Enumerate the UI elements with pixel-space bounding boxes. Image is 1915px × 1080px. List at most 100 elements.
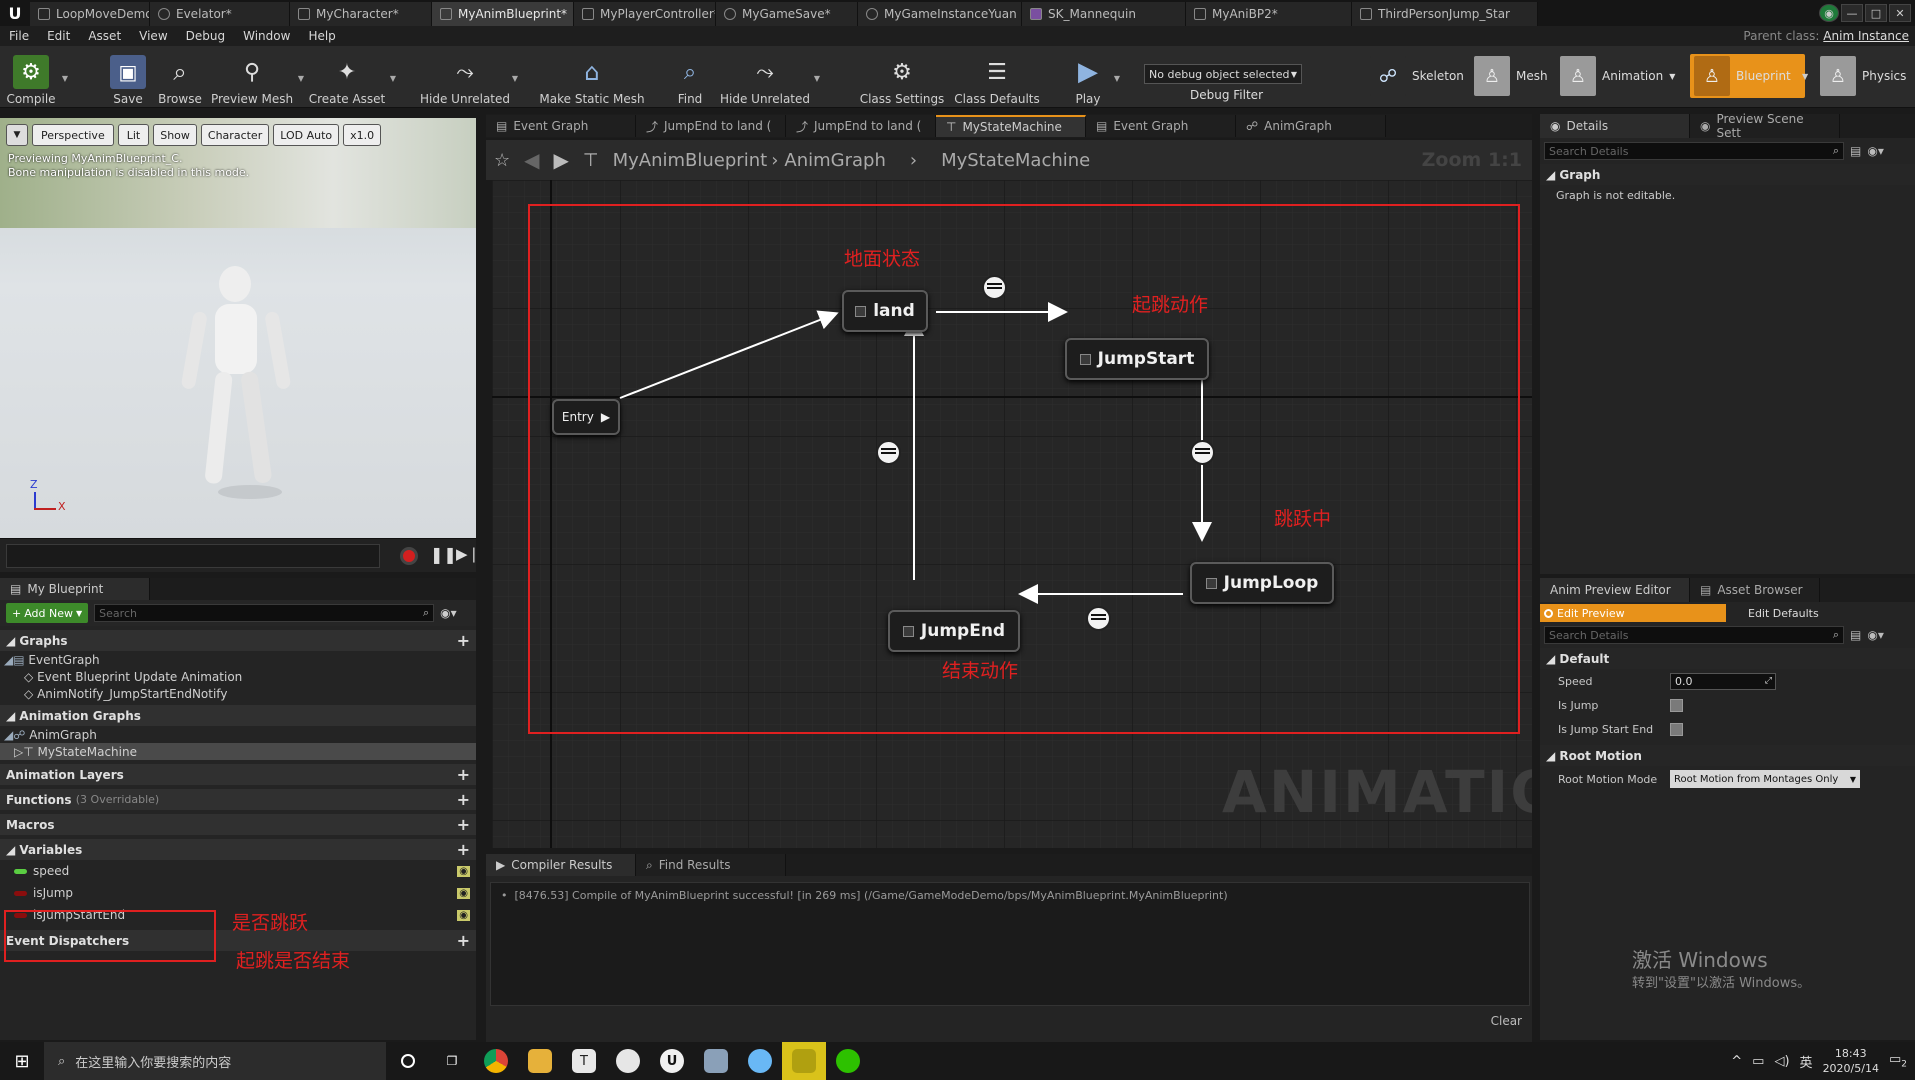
play-speed-button[interactable]: x1.0 [343,124,382,146]
add-layer-button[interactable]: + [457,765,470,784]
eye-icon[interactable]: ◉ [457,887,470,899]
back-arrow-icon[interactable]: ◀ [524,148,539,172]
hide-unrelated-dropdown[interactable]: ▼ [512,74,518,83]
tree-anim-notify[interactable]: ◇ AnimNotify_JumpStartEndNotify [0,685,476,702]
taskbar-search-input[interactable]: ⌕ 在这里输入你要搜索的内容 [44,1042,386,1080]
anim-preview-search-input[interactable]: Search Details ⌕ [1544,626,1844,644]
entry-node[interactable]: Entry ▶ [552,399,620,435]
mode-physics[interactable]: ♙ Physics [1816,54,1910,98]
add-function-button[interactable]: + [457,790,470,809]
speed-input[interactable]: 0.0 ⤢ [1670,672,1776,690]
menu-debug[interactable]: Debug [177,29,234,43]
doc-tab-8[interactable]: MyAniBP2* [1186,2,1352,26]
graph-tab-event-graph[interactable]: ▤ Event Graph [486,115,636,137]
anim-preview-editor-tab[interactable]: Anim Preview Editor [1540,578,1690,602]
yellow-app-icon[interactable] [782,1042,826,1080]
task-view-icon[interactable]: ❐ [430,1042,474,1080]
favorite-star-icon[interactable]: ☆ [494,150,510,171]
class-settings-button[interactable]: ⚙ Class Settings [860,50,945,107]
animation-graphs-section[interactable]: ◢ Animation Graphs [0,705,476,726]
play-options-dropdown[interactable]: ▼ [1114,74,1120,83]
add-macro-button[interactable]: + [457,815,470,834]
wechat-icon[interactable] [826,1042,870,1080]
menu-view[interactable]: View [130,29,176,43]
volume-icon[interactable]: ◁) [1774,1054,1789,1069]
tree-event-graph[interactable]: ◢▤ EventGraph [0,651,476,668]
windows-start-icon[interactable]: ⊞ [0,1042,44,1080]
breadcrumb-state-machine[interactable]: MyStateMachine [941,150,1090,171]
doc-tab-1[interactable]: Evelator* [150,2,290,26]
transition-rule-jumploop-to-jumpend[interactable] [1086,606,1111,631]
tree-anim-graph[interactable]: ◢☍ AnimGraph [0,726,476,743]
macros-section[interactable]: Macros + [0,814,476,835]
qq-icon[interactable] [738,1042,782,1080]
hide-unrelated-button[interactable]: ⤳ Hide Unrelated ▼ [420,50,518,107]
source-control-icon[interactable]: ◉ [1819,4,1839,22]
create-asset-dropdown[interactable]: ▼ [390,74,396,83]
steam-icon[interactable] [606,1042,650,1080]
asset-browser-tab[interactable]: ▤ Asset Browser [1690,578,1820,602]
root-motion-section[interactable]: ◢ Root Motion [1540,745,1915,766]
chevron-up-icon[interactable]: ^ [1731,1054,1742,1069]
doc-tab-2[interactable]: MyCharacter* [290,2,432,26]
close-button[interactable]: ✕ [1889,4,1911,22]
menu-edit[interactable]: Edit [38,29,79,43]
mode-mesh[interactable]: ♙ Mesh [1470,54,1552,98]
chrome-icon[interactable] [474,1042,518,1080]
typora-icon[interactable]: T [562,1042,606,1080]
graph-tab-anim-graph[interactable]: ☍ AnimGraph [1236,115,1386,137]
view-options-icon[interactable]: ◉▾ [1867,628,1884,642]
record-button[interactable] [400,547,418,565]
add-new-button[interactable]: + Add New ▼ [6,603,89,623]
edit-defaults-button[interactable]: Edit Defaults [1726,604,1819,622]
edit-preview-button[interactable]: Edit Preview [1540,604,1726,622]
doc-tab-7[interactable]: SK_Mannequin [1022,2,1186,26]
find-button[interactable]: ⌕ Find [670,50,710,107]
clock[interactable]: 18:43 2020/5/14 [1823,1046,1879,1076]
doc-tab-6[interactable]: MyGameInstanceYuan [858,2,1022,26]
my-blueprint-tab[interactable]: ▤ My Blueprint [0,578,150,600]
preview-scene-settings-tab[interactable]: ◉ Preview Scene Sett [1690,112,1840,140]
default-section[interactable]: ◢ Default [1540,648,1915,669]
preview-viewport[interactable]: ▼ Perspective Lit Show Character LOD Aut… [0,118,476,538]
forward-arrow-icon[interactable]: ▶ [554,148,569,172]
preview-mesh-dropdown[interactable]: ▼ [298,74,304,83]
graph-tab-transition-2[interactable]: ⤴ JumpEnd to land ( [786,115,936,137]
graph-tab-state-machine[interactable]: ⊤ MyStateMachine [936,115,1086,137]
make-static-mesh-button[interactable]: ⌂ Make Static Mesh [539,50,644,106]
doc-tab-3[interactable]: MyAnimBlueprint* [432,2,574,26]
hide-unrelated-dropdown-2[interactable]: ▼ [814,74,820,83]
timeline-scrubber[interactable] [6,544,380,568]
breadcrumb-anim-graph[interactable]: AnimGraph [784,150,885,171]
eye-icon[interactable]: ◉ [457,865,470,877]
eye-icon[interactable]: ◉ [457,909,470,921]
menu-file[interactable]: File [0,29,38,43]
root-motion-mode-select[interactable]: Root Motion from Montages Only ▼ [1670,770,1860,788]
step-forward-button[interactable]: ▶❘ [456,545,480,563]
preview-mesh-button[interactable]: ⚲ Preview Mesh ▼ [211,50,304,107]
hide-unrelated-button-2[interactable]: ⤳ Hide Unrelated ▼ [720,50,820,107]
variable-isjump[interactable]: isJump ◉ [0,882,476,904]
debug-object-select[interactable]: No debug object selected ▼ [1144,64,1302,84]
doc-tab-5[interactable]: MyGameSave* [716,2,858,26]
doc-tab-0[interactable]: LoopMoveDemoMap [30,2,150,26]
view-options-icon[interactable]: ◉▾ [1867,144,1884,158]
find-results-tab[interactable]: ⌕ Find Results [636,854,786,876]
maximize-button[interactable]: □ [1865,4,1887,22]
menu-window[interactable]: Window [234,29,299,43]
state-node-jumpend[interactable]: JumpEnd [888,610,1020,652]
clear-button[interactable]: Clear [1491,1014,1522,1028]
lod-button[interactable]: LOD Auto [273,124,340,146]
view-options-icon[interactable]: ◉▾ [440,606,457,620]
variable-speed[interactable]: speed ◉ [0,860,476,882]
breadcrumb-root[interactable]: MyAnimBlueprint [613,150,768,171]
doc-tab-9[interactable]: ThirdPersonJump_Star [1352,2,1538,26]
details-graph-section[interactable]: ◢ Graph [1540,164,1915,185]
transition-rule-land-to-jumpstart[interactable] [982,275,1007,300]
transition-rule-jumpend-to-land[interactable] [876,440,901,465]
menu-asset[interactable]: Asset [79,29,130,43]
ime-indicator[interactable]: 英 [1800,1052,1813,1071]
add-dispatcher-button[interactable]: + [457,931,470,950]
functions-section[interactable]: Functions (3 Overridable) + [0,789,476,810]
compile-button[interactable]: ⚙ Compile ▼ [6,50,68,106]
